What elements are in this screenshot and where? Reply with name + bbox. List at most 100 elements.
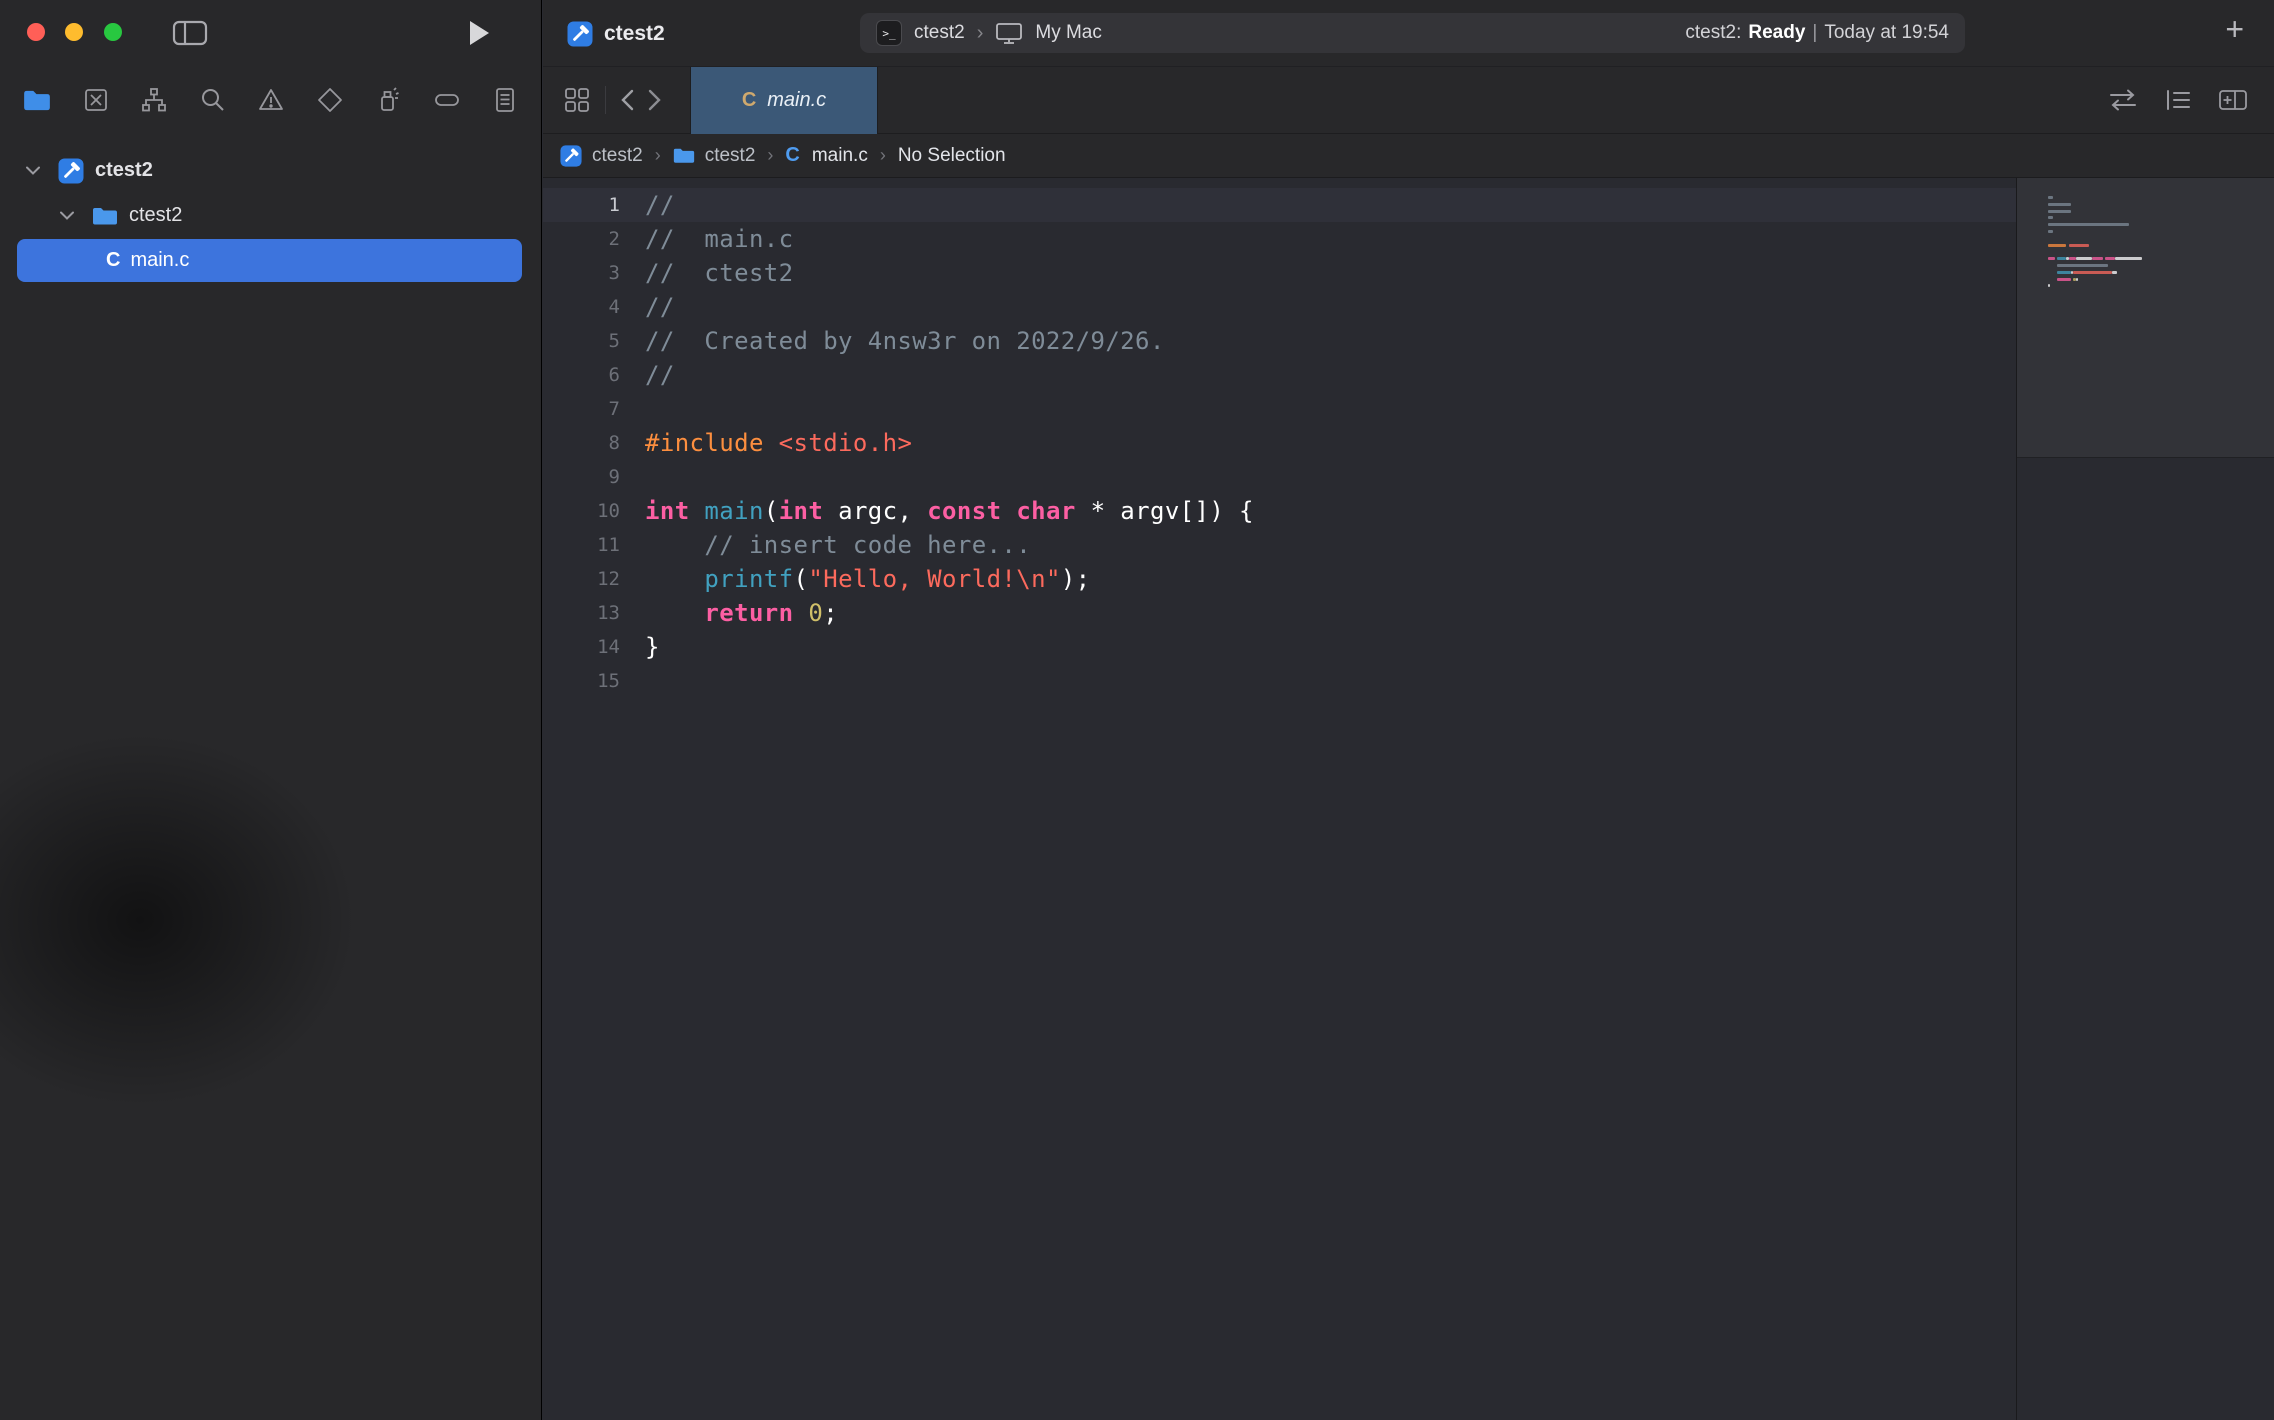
symbol-navigator-icon[interactable]: [139, 85, 169, 115]
line-number[interactable]: 6: [543, 358, 620, 392]
line-number[interactable]: 10: [543, 494, 620, 528]
add-editor-icon[interactable]: [2218, 88, 2248, 112]
editor-options-icon[interactable]: [2164, 87, 2192, 113]
scheme-and-status-bar: >_ ctest2 › My Mac ctest2: Ready | Today…: [860, 13, 1965, 53]
code-line-2[interactable]: 2 // main.c: [543, 222, 2016, 256]
tree-file-label: main.c: [130, 249, 189, 272]
xcode-project-icon: [560, 145, 582, 167]
jump-bar: ctest2 › ctest2 › C main.c › No Selectio…: [543, 134, 2274, 178]
scheme-selector[interactable]: >_ ctest2 › My Mac: [876, 20, 1102, 46]
tree-row-project[interactable]: ctest2: [0, 148, 542, 193]
line-number[interactable]: 2: [543, 222, 620, 256]
breadcrumb-project[interactable]: ctest2: [592, 145, 643, 167]
code-line-3[interactable]: 3// ctest2: [543, 256, 2016, 290]
status-project: ctest2:: [1685, 22, 1741, 44]
executable-scheme-icon: >_: [876, 20, 902, 46]
code-line-6[interactable]: 6 //: [543, 358, 2016, 392]
disclosure-chevron-icon[interactable]: [60, 211, 74, 220]
close-window-button[interactable]: [27, 23, 45, 41]
tree-row-group[interactable]: ctest2: [0, 193, 542, 238]
code-text: //: [645, 290, 675, 324]
tree-group-label: ctest2: [129, 204, 182, 227]
code-text: #include <stdio.h>: [645, 426, 912, 460]
line-number[interactable]: 11: [543, 528, 620, 562]
code-line-8[interactable]: 8 #include <stdio.h>: [543, 426, 2016, 460]
tab-main-c[interactable]: C main.c: [690, 67, 878, 134]
test-navigator-icon[interactable]: [315, 85, 345, 115]
code-text: printf("Hello, World!\n");: [645, 562, 1091, 596]
xcode-project-icon: [567, 21, 593, 47]
code-line-12[interactable]: 12 printf("Hello, World!\n");: [543, 562, 2016, 596]
code-text: //: [645, 358, 675, 392]
code-line-10[interactable]: 10 int main(int argc, const char * argv[]…: [543, 494, 2016, 528]
toggle-navigator-icon[interactable]: [172, 19, 208, 47]
forward-chevron-icon[interactable]: [648, 89, 662, 111]
code-text: // Created by 4nsw3r on 2022/9/26.: [645, 324, 1165, 358]
debug-navigator-icon[interactable]: [373, 85, 403, 115]
project-navigator-icon[interactable]: [22, 85, 52, 115]
minimap-lines: [2048, 196, 2142, 298]
code-line-11[interactable]: 11 // insert code here...: [543, 528, 2016, 562]
breadcrumb-chevron: ›: [880, 145, 886, 166]
line-number[interactable]: 1: [543, 188, 620, 222]
code-line-1[interactable]: 1 //: [543, 188, 2016, 222]
window-project-title: ctest2: [604, 22, 665, 46]
code-line-14[interactable]: 14}: [543, 630, 2016, 664]
library-add-button[interactable]: +: [2225, 11, 2244, 48]
breakpoint-navigator-icon[interactable]: [432, 85, 462, 115]
code-text: // main.c: [645, 222, 794, 256]
minimap[interactable]: [2016, 178, 2274, 1420]
related-items-grid-icon[interactable]: [563, 86, 591, 114]
folder-icon: [673, 147, 695, 164]
run-button[interactable]: [468, 20, 490, 46]
tree-row-file-selected[interactable]: C main.c: [17, 239, 522, 282]
code-line-15[interactable]: 15: [543, 664, 2016, 698]
editor-tab-bar: C main.c: [543, 67, 2274, 134]
navigator-sidebar: ctest2 ctest2 C main.c: [0, 0, 542, 1420]
c-file-icon: C: [106, 249, 120, 272]
breadcrumb-group[interactable]: ctest2: [705, 145, 756, 167]
line-number[interactable]: 15: [543, 664, 620, 698]
zoom-window-button[interactable]: [104, 23, 122, 41]
line-number[interactable]: 3: [543, 256, 620, 290]
line-number[interactable]: 4: [543, 290, 620, 324]
minimize-window-button[interactable]: [65, 23, 83, 41]
activity-status[interactable]: ctest2: Ready | Today at 19:54: [1685, 22, 1949, 44]
code-text: //: [645, 188, 675, 222]
line-number[interactable]: 14: [543, 630, 620, 664]
status-divider: |: [1812, 22, 1817, 44]
line-number[interactable]: 7: [543, 392, 620, 426]
code-line-7[interactable]: 7: [543, 392, 2016, 426]
line-number[interactable]: 5: [543, 324, 620, 358]
code-line-5[interactable]: 5 // Created by 4nsw3r on 2022/9/26.: [543, 324, 2016, 358]
breadcrumb-selection[interactable]: No Selection: [898, 145, 1006, 167]
my-mac-icon: [995, 21, 1023, 45]
breadcrumb-file[interactable]: main.c: [812, 145, 868, 167]
status-state: Ready: [1748, 22, 1805, 44]
code-line-13[interactable]: 13 return 0;: [543, 596, 2016, 630]
report-navigator-icon[interactable]: [490, 85, 520, 115]
disclosure-chevron-icon[interactable]: [26, 166, 40, 175]
find-navigator-icon[interactable]: [198, 85, 228, 115]
line-number[interactable]: 13: [543, 596, 620, 630]
line-number[interactable]: 9: [543, 460, 620, 494]
source-control-navigator-icon[interactable]: [81, 85, 111, 115]
source-editor[interactable]: 1 // 2 // main.c3// ctest24 // 5 // Created by…: [543, 178, 2016, 1420]
breadcrumb-chevron: ›: [767, 145, 773, 166]
code-text: int main(int argc, const char * argv[]) …: [645, 494, 1254, 528]
code-review-icon[interactable]: [2108, 88, 2138, 112]
c-file-icon: C: [785, 144, 799, 167]
back-chevron-icon[interactable]: [620, 89, 634, 111]
tab-bar-actions: [2108, 87, 2248, 113]
code-lines: 1 // 2 // main.c3// ctest24 // 5 // Created by…: [543, 188, 2016, 698]
xcode-window: ctest2 ctest2 C main.c: [0, 0, 2274, 1420]
code-line-9[interactable]: 9: [543, 460, 2016, 494]
line-number[interactable]: 12: [543, 562, 620, 596]
issue-navigator-icon[interactable]: [256, 85, 286, 115]
line-number[interactable]: 8: [543, 426, 620, 460]
code-line-4[interactable]: 4 //: [543, 290, 2016, 324]
run-destination-label[interactable]: My Mac: [1035, 22, 1102, 44]
chevron-separator: ›: [977, 22, 984, 45]
c-file-icon: C: [742, 89, 756, 112]
scheme-target-label[interactable]: ctest2: [914, 22, 965, 44]
